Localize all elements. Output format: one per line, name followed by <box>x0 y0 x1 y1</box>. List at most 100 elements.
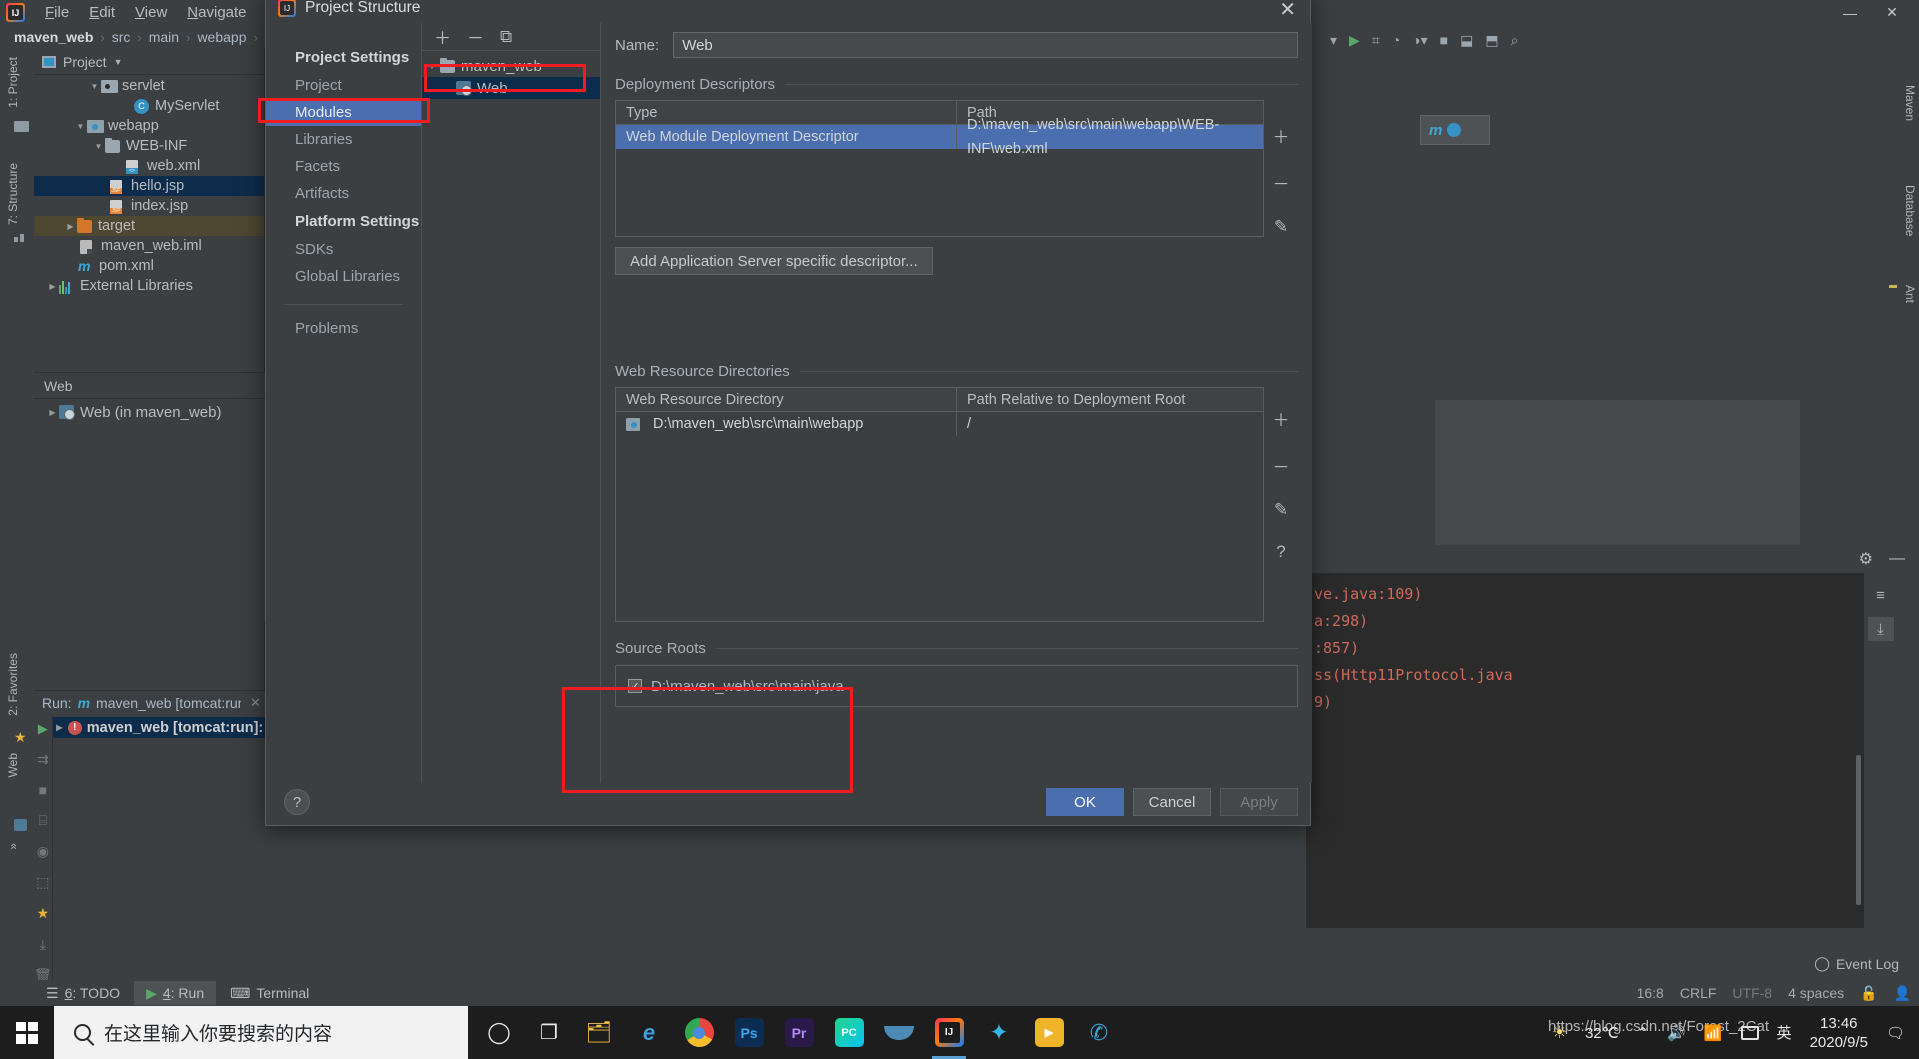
menu-view[interactable]: View <box>125 0 177 25</box>
tab-todo[interactable]: ☰ 6: TODO <box>34 981 132 1005</box>
remove-icon[interactable]: － <box>467 24 484 49</box>
module-tree[interactable]: ▼ maven_web Web <box>422 51 600 99</box>
stop-icon[interactable]: ■ <box>39 782 47 798</box>
menu-edit[interactable]: Edit <box>79 0 125 25</box>
copy-icon[interactable]: ⧉ <box>500 27 512 47</box>
breadcrumb-item-0[interactable]: maven_web <box>14 29 93 45</box>
breadcrumb-item-2[interactable]: main <box>149 29 179 45</box>
chevron-down-icon[interactable]: ▼ <box>88 82 101 91</box>
tree-item-webapp[interactable]: ▼ webapp <box>34 116 264 136</box>
file-explorer-icon[interactable]: 🗂 <box>574 1006 624 1059</box>
hector-icon[interactable]: 👤 <box>1894 985 1911 1002</box>
wechat-icon[interactable]: ✆ <box>1074 1006 1124 1059</box>
run-icon[interactable]: ▶ <box>1349 32 1360 49</box>
breadcrumb-item-3[interactable]: webapp <box>197 29 246 45</box>
soft-wrap-icon[interactable]: ≡ <box>1868 583 1894 607</box>
chevron-down-icon[interactable]: ▼ <box>114 57 123 67</box>
premiere-icon[interactable]: Pr <box>774 1006 824 1059</box>
taskbar-search[interactable]: 在这里输入你要搜索的内容 <box>54 1006 468 1059</box>
nav-item-modules[interactable]: Modules <box>266 99 421 126</box>
breadcrumb-item-1[interactable]: src <box>112 29 131 45</box>
file-encoding[interactable]: UTF-8 <box>1732 985 1772 1001</box>
chevron-down-icon[interactable]: ▼ <box>424 62 440 71</box>
nav-item-global-libraries[interactable]: Global Libraries <box>266 263 421 290</box>
table-row[interactable]: D:\maven_web\src\main\webapp / <box>616 412 1263 436</box>
tree-item-maven-web-iml[interactable]: maven_web.iml <box>34 236 264 256</box>
close-icon[interactable]: ✕ <box>1279 0 1296 22</box>
favorites-star-icon[interactable]: ★ <box>14 729 29 744</box>
source-roots-list[interactable]: ✓ D:\maven_web\src\main\java <box>615 665 1298 707</box>
wifi-icon[interactable]: 📶 <box>1704 1024 1723 1042</box>
tree-item-myservlet[interactable]: C MyServlet <box>34 96 264 116</box>
deployment-descriptors-table[interactable]: Type Path Web Module Deployment Descript… <box>615 100 1264 237</box>
remove-icon[interactable]: － <box>1273 170 1290 195</box>
tree-item-hello-jsp[interactable]: JSP hello.jsp <box>34 176 264 196</box>
add-icon[interactable]: ＋ <box>1273 123 1290 148</box>
web-resource-directories-table[interactable]: Web Resource Directory Path Relative to … <box>615 387 1264 622</box>
nav-item-problems[interactable]: Problems <box>266 315 421 342</box>
help-icon[interactable]: ? <box>284 789 310 815</box>
qq-icon[interactable]: ✦ <box>974 1006 1024 1059</box>
column-header-path-relative[interactable]: Path Relative to Deployment Root <box>957 388 1263 411</box>
intellij-idea-icon[interactable]: IJ <box>924 1006 974 1059</box>
camera-icon[interactable]: ⬚ <box>36 874 49 891</box>
tray-chevron-icon[interactable]: ⌃ <box>1637 1024 1650 1042</box>
debug-icon[interactable]: ⌗ <box>1372 32 1380 49</box>
console-scrollbar[interactable] <box>1856 755 1861 905</box>
rail-web-label[interactable]: Web <box>6 749 32 781</box>
table-row[interactable]: Web Module Deployment Descriptor D:\mave… <box>616 125 1263 149</box>
tree-item-web-inf[interactable]: ▼ WEB-INF <box>34 136 264 156</box>
tab-run[interactable]: ▶ 4: Run <box>134 981 216 1005</box>
gear-icon[interactable]: ⚙ <box>1859 549 1873 569</box>
notification-icon[interactable]: 🗨 <box>1886 1024 1905 1042</box>
start-button[interactable] <box>0 1006 54 1059</box>
cancel-button[interactable]: Cancel <box>1133 788 1211 816</box>
tree-item-target[interactable]: ▶ target <box>34 216 264 236</box>
maven-reload-icon[interactable] <box>1447 123 1461 137</box>
chevron-down-icon[interactable]: ▼ <box>92 142 105 151</box>
star-icon[interactable]: ★ <box>37 905 50 922</box>
layout-icon[interactable]: ⬒ <box>1485 32 1498 49</box>
maven-quick-popup[interactable]: m <box>1420 115 1490 145</box>
rail-more-label[interactable]: » <box>6 839 32 854</box>
tree-item-servlet[interactable]: ▼ servlet <box>34 76 264 96</box>
menu-file[interactable]: File <box>35 0 79 25</box>
event-log-button[interactable]: ◯ Event Log <box>1814 955 1899 972</box>
minimize-icon[interactable]: — <box>1889 550 1905 568</box>
run-config-name[interactable]: maven_web [tomcat:run] <box>96 695 241 711</box>
tree-item-pom-xml[interactable]: m pom.xml <box>34 256 264 276</box>
tree-item-web-xml[interactable]: <> web.xml <box>34 156 264 176</box>
speaker-icon[interactable]: 🔊 <box>1667 1024 1686 1042</box>
config-dropdown-icon[interactable]: ▾ <box>1330 32 1337 49</box>
task-view-icon[interactable]: ❐ <box>524 1006 574 1059</box>
profile-icon[interactable]: ◑▾ <box>1412 32 1427 49</box>
rail-maven-label[interactable]: Maven <box>1903 85 1917 121</box>
nav-item-project[interactable]: Project <box>266 72 421 99</box>
remove-icon[interactable]: － <box>1273 453 1290 478</box>
chevron-right-icon[interactable]: ▶ <box>46 282 59 291</box>
close-icon[interactable]: ✕ <box>250 695 261 711</box>
player-icon[interactable]: ▶ <box>1024 1006 1074 1059</box>
project-tree[interactable]: ▼ servlet C MyServlet ▼ webapp ▼ WEB-INF <box>34 75 264 296</box>
coverage-icon[interactable]: ◔ <box>1392 32 1400 48</box>
edge-icon[interactable]: e <box>624 1006 674 1059</box>
ime-label[interactable]: 英 <box>1777 1022 1792 1043</box>
chevron-down-icon[interactable]: ▼ <box>74 122 87 131</box>
console-output[interactable]: ve.java:109) a:298) :857) ss(Http11Proto… <box>1306 573 1864 928</box>
edit-icon[interactable]: ✎ <box>1274 500 1288 520</box>
ok-button[interactable]: OK <box>1046 788 1124 816</box>
navicat-icon[interactable] <box>874 1006 924 1059</box>
ime-box-icon[interactable] <box>1741 1026 1759 1040</box>
name-input[interactable] <box>673 32 1298 58</box>
stop-icon[interactable]: ■ <box>1440 32 1448 48</box>
source-root-checkbox[interactable]: ✓ <box>628 679 642 693</box>
edit-icon[interactable]: ✎ <box>1274 217 1288 237</box>
indent-setting[interactable]: 4 spaces <box>1788 985 1844 1001</box>
apply-button[interactable]: Apply <box>1220 788 1298 816</box>
chevron-right-icon[interactable]: ▶ <box>53 723 66 732</box>
search-everywhere-icon[interactable]: ⌕ <box>1511 32 1519 49</box>
caret-position[interactable]: 16:8 <box>1637 985 1664 1001</box>
tree-item-index-jsp[interactable]: JSP index.jsp <box>34 196 264 216</box>
nav-item-facets[interactable]: Facets <box>266 153 421 180</box>
module-tree-item-maven-web[interactable]: ▼ maven_web <box>422 55 600 77</box>
